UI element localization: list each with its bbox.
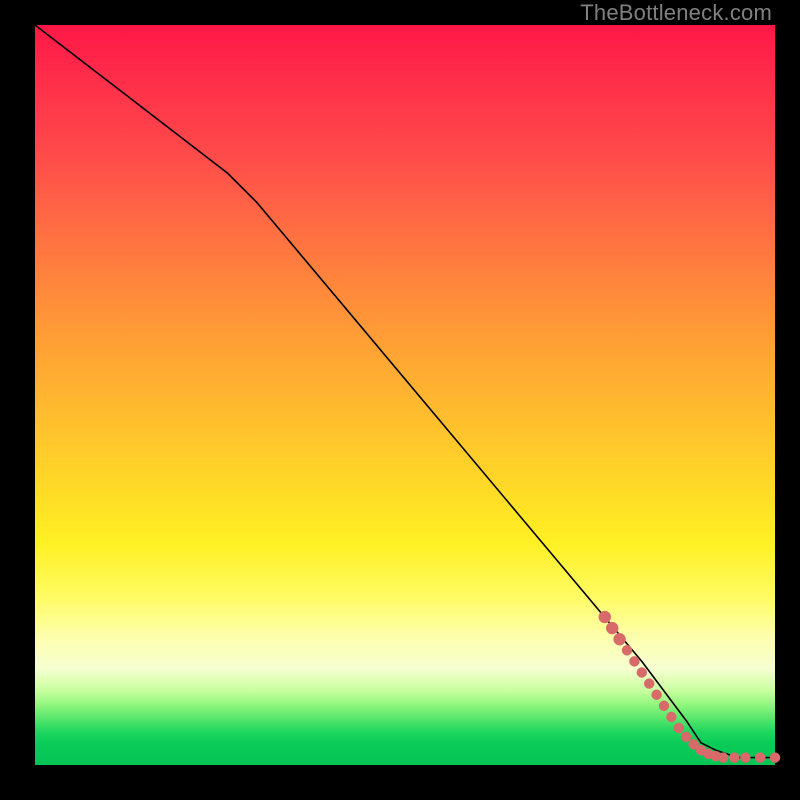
- data-marker: [718, 753, 728, 763]
- data-marker: [681, 732, 691, 742]
- plot-area: [35, 25, 775, 765]
- chart-frame: TheBottleneck.com: [0, 0, 800, 800]
- data-marker: [614, 633, 626, 645]
- chart-svg: [35, 25, 775, 765]
- marker-group: [599, 611, 780, 763]
- data-marker: [770, 753, 780, 763]
- watermark-text: TheBottleneck.com: [580, 0, 772, 26]
- data-marker: [755, 753, 765, 763]
- data-marker: [622, 645, 632, 655]
- curve-line: [35, 25, 775, 758]
- data-marker: [637, 668, 647, 678]
- data-marker: [599, 611, 611, 623]
- data-marker: [644, 679, 654, 689]
- data-marker: [629, 656, 639, 666]
- data-marker: [606, 622, 618, 634]
- data-marker: [652, 690, 662, 700]
- data-marker: [729, 753, 739, 763]
- data-marker: [740, 753, 750, 763]
- data-marker: [659, 701, 669, 711]
- data-marker: [674, 723, 684, 733]
- data-marker: [666, 712, 676, 722]
